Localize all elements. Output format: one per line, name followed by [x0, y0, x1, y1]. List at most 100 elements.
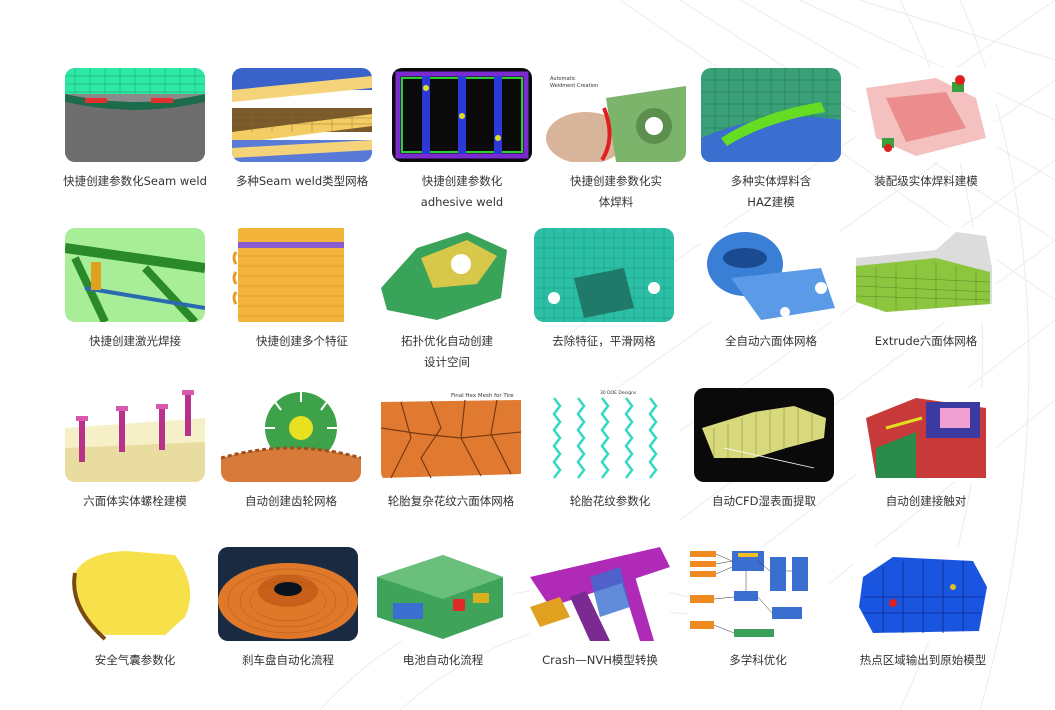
feature-caption: 刹车盘自动化流程 [208, 650, 368, 671]
seam-weld-types-thumbnail[interactable] [232, 68, 372, 162]
caption-line: 快捷创建参数化Seam weld [63, 174, 207, 188]
feature-card: 装配级实体焊料建模 [856, 68, 996, 192]
caption-line: adhesive weld [420, 195, 504, 209]
laser-weld-thumbnail[interactable] [65, 228, 205, 322]
crash-nvh-image [530, 547, 670, 641]
feature-caption: 装配级实体焊料建模 [846, 171, 1006, 192]
caption-line: 刹车盘自动化流程 [242, 653, 334, 667]
extrude-hex-thumbnail[interactable] [856, 228, 996, 322]
feature-card: 六面体实体螺栓建模 [65, 388, 205, 512]
contact-pair-thumbnail[interactable] [856, 388, 996, 482]
feature-caption: 快捷创建参数化 adhesive weld [382, 171, 542, 213]
feature-card: 自动创建齿轮网格 [221, 388, 361, 512]
image-label: Weldment Creation [550, 83, 598, 89]
tire-pattern-thumbnail[interactable]: 30 DOE Designs [540, 388, 680, 482]
solid-weld-thumbnail[interactable]: Automatic Weldment Creation [546, 68, 686, 162]
hex-bolt-image [65, 388, 205, 482]
brake-disc-thumbnail[interactable] [218, 547, 358, 641]
image-label: Final Hex Mesh for Tire [451, 393, 514, 399]
tire-pattern-image: 30 DOE Designs [540, 388, 680, 482]
feature-caption: 自动创建齿轮网格 [211, 491, 371, 512]
adhesive-weld-thumbnail[interactable] [392, 68, 532, 162]
caption-line: 设计空间 [424, 355, 470, 369]
hotspot-image [853, 547, 993, 641]
feature-caption: 自动创建接触对 [846, 491, 1006, 512]
feature-card: 多学科优化 [688, 547, 828, 671]
extrude-hex-image [856, 228, 996, 322]
caption-line: 全自动六面体网格 [725, 334, 817, 348]
smooth-mesh-image [534, 228, 674, 322]
feature-caption: 轮胎复杂花纹六面体网格 [371, 491, 531, 512]
feature-card: 快捷创建参数化Seam weld [63, 68, 207, 192]
caption-line: 自动CFD湿表面提取 [712, 494, 816, 508]
feature-caption: 多学科优化 [678, 650, 838, 671]
mdo-thumbnail[interactable] [688, 547, 828, 641]
feature-caption: 多种Seam weld类型网格 [222, 171, 382, 192]
feature-card: 刹车盘自动化流程 [218, 547, 358, 671]
haz-weld-image [701, 68, 841, 162]
feature-card: 多种Seam weld类型网格 [232, 68, 372, 192]
topology-opt-image [377, 228, 517, 322]
tire-hex-thumbnail[interactable]: Final Hex Mesh for Tire [381, 388, 521, 482]
feature-caption: 安全气囊参数化 [55, 650, 215, 671]
caption-line: 快捷创建激光焊接 [89, 334, 181, 348]
feature-caption: Extrude六面体网格 [846, 331, 1006, 352]
airbag-image [65, 547, 205, 641]
caption-line: 安全气囊参数化 [94, 653, 176, 667]
caption-line: 多种实体焊料含 [730, 174, 812, 188]
caption-line: 装配级实体焊料建模 [874, 174, 978, 188]
caption-line: 六面体实体螺栓建模 [83, 494, 187, 508]
feature-caption: 去除特征，平滑网格 [524, 331, 684, 352]
battery-image [373, 547, 513, 641]
assembly-weld-thumbnail[interactable] [856, 68, 996, 162]
haz-weld-thumbnail[interactable] [701, 68, 841, 162]
feature-caption: Crash—NVH模型转换 [520, 650, 680, 671]
feature-card: 拓扑优化自动创建 设计空间 [377, 228, 517, 373]
caption-line: 轮胎复杂花纹六面体网格 [387, 494, 515, 508]
topology-opt-thumbnail[interactable] [377, 228, 517, 322]
caption-line: 体焊料 [598, 195, 634, 209]
solid-weld-image: Automatic Weldment Creation [546, 68, 686, 162]
battery-thumbnail[interactable] [373, 547, 513, 641]
feature-card: 自动CFD湿表面提取 [694, 388, 834, 512]
feature-card: Extrude六面体网格 [856, 228, 996, 352]
feature-card: 快捷创建多个特征 [232, 228, 372, 352]
feature-caption: 全自动六面体网格 [691, 331, 851, 352]
crash-nvh-thumbnail[interactable] [530, 547, 670, 641]
seam-weld-thumbnail[interactable] [65, 68, 205, 162]
feature-card: 电池自动化流程 [373, 547, 513, 671]
caption-line: 电池自动化流程 [402, 653, 484, 667]
feature-caption: 快捷创建多个特征 [222, 331, 382, 352]
caption-line: 拓扑优化自动创建 [401, 334, 493, 348]
hex-bolt-thumbnail[interactable] [65, 388, 205, 482]
caption-line: 多种Seam weld类型网格 [235, 174, 369, 188]
multi-feature-thumbnail[interactable] [232, 228, 372, 322]
feature-grid: 快捷创建参数化Seam weld 多种Seam weld类型网格 快捷创建参数化… [0, 0, 1055, 710]
feature-caption: 自动CFD湿表面提取 [684, 491, 844, 512]
feature-card: Automatic Weldment Creation 快捷创建参数化实 体焊料 [546, 68, 686, 213]
contact-pair-image [856, 388, 996, 482]
caption-line: 热点区域输出到原始模型 [859, 653, 987, 667]
feature-caption: 轮胎花纹参数化 [530, 491, 690, 512]
gear-mesh-thumbnail[interactable] [221, 388, 361, 482]
caption-line: Extrude六面体网格 [874, 334, 978, 348]
feature-caption: 快捷创建参数化实 体焊料 [536, 171, 696, 213]
caption-line: HAZ建模 [747, 195, 795, 209]
caption-line: 快捷创建多个特征 [256, 334, 348, 348]
feature-card: Crash—NVH模型转换 [530, 547, 670, 671]
seam-weld-types-image [232, 68, 372, 162]
feature-card: 全自动六面体网格 [701, 228, 841, 352]
hotspot-thumbnail[interactable] [853, 547, 993, 641]
image-label: Automatic [550, 76, 576, 82]
feature-caption: 电池自动化流程 [363, 650, 523, 671]
feature-caption: 多种实体焊料含 HAZ建模 [691, 171, 851, 213]
cfd-surface-thumbnail[interactable] [694, 388, 834, 482]
caption-line: 多学科优化 [729, 653, 787, 667]
multi-feature-image [232, 228, 372, 322]
airbag-thumbnail[interactable] [65, 547, 205, 641]
feature-card: 安全气囊参数化 [65, 547, 205, 671]
smooth-mesh-thumbnail[interactable] [534, 228, 674, 322]
auto-hex-thumbnail[interactable] [701, 228, 841, 322]
assembly-weld-image [856, 68, 996, 162]
caption-line: 去除特征，平滑网格 [552, 334, 656, 348]
